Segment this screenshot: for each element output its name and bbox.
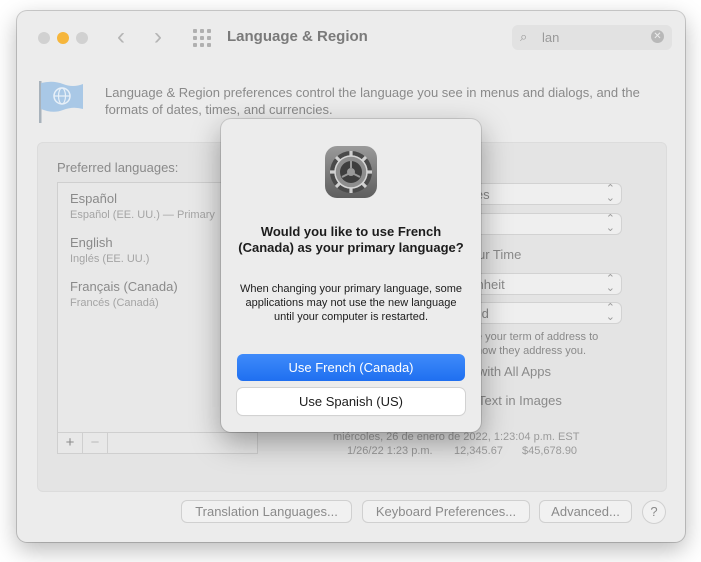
first-day-popup[interactable]: n ⌃⌄: [457, 214, 621, 234]
dialog-title: Would you like to use French (Canada) as…: [238, 224, 464, 255]
close-window-button[interactable]: [38, 32, 50, 44]
back-chevron-icon[interactable]: ‹: [117, 25, 125, 49]
forward-chevron-icon[interactable]: ›: [154, 25, 162, 49]
search-field[interactable]: ⌕ lan ✕: [512, 25, 672, 50]
language-name: Español: [70, 191, 117, 206]
flag-globe-icon: [39, 81, 83, 123]
list-item[interactable]: Español Español (EE. UU.) — Primary: [70, 191, 215, 221]
term-note-line: how they address you.: [476, 345, 587, 357]
title-bar: ‹ › Language & Region ⌕ lan ✕: [17, 11, 685, 63]
temperature-popup[interactable]: renheit ⌃ ⌄: [457, 274, 621, 294]
dialog-message: When changing your primary language, som…: [240, 283, 462, 323]
region-popup[interactable]: ates ⌃⌄: [457, 184, 621, 204]
zoom-window-button[interactable]: [76, 32, 88, 44]
use-spanish-us-button[interactable]: Use Spanish (US): [237, 388, 465, 415]
updown-chevron-icon: ⌃ ⌄: [605, 213, 615, 234]
use-french-canada-button[interactable]: Use French (Canada): [237, 354, 465, 381]
live-text-label[interactable]: Text in Images: [478, 393, 562, 408]
date-sample-text: miércoles, 26 de enero de 2022, 1:23:04 …: [333, 431, 580, 443]
currency-sample: $45,678.90: [522, 445, 578, 457]
language-name: English: [70, 235, 113, 250]
pane-description: Language & Region preferences control th…: [105, 85, 640, 117]
list-item[interactable]: Français (Canada) Francés (Canadá): [70, 279, 178, 309]
updown-chevron-icon: ⌃ ⌄: [605, 183, 615, 204]
minimize-window-button[interactable]: [57, 32, 69, 44]
preferred-languages-label: Preferred languages:: [57, 160, 179, 175]
updown-chevron-icon: ⌃ ⌄: [605, 302, 615, 323]
clear-search-icon[interactable]: ✕: [651, 30, 664, 43]
keyboard-preferences-button[interactable]: Keyboard Preferences...: [363, 501, 529, 522]
remove-language-button[interactable]: −: [83, 433, 108, 453]
term-note-line: e your term of address to: [476, 331, 599, 343]
list-item[interactable]: English Inglés (EE. UU.): [70, 235, 149, 265]
add-language-button[interactable]: +: [58, 433, 83, 453]
system-preferences-gear-icon: [325, 146, 377, 198]
help-button[interactable]: ?: [643, 501, 665, 523]
language-subtitle: Español (EE. UU.) — Primary: [70, 209, 215, 221]
search-input[interactable]: lan: [542, 30, 559, 45]
language-subtitle: Inglés (EE. UU.): [70, 253, 150, 265]
share-with-apps-label[interactable]: with All Apps: [478, 364, 551, 379]
number-sample: 12,345.67: [454, 445, 503, 457]
translation-languages-button[interactable]: Translation Languages...: [182, 501, 351, 522]
time-format-checkbox-label[interactable]: ur Time: [478, 247, 521, 262]
term-of-address-note: e your term of address to how they addre…: [476, 330, 598, 358]
updown-chevron-icon: ⌃ ⌄: [605, 273, 615, 294]
primary-language-dialog: Would you like to use French (Canada) as…: [221, 119, 481, 432]
term-of-address-popup[interactable]: ified ⌃⌄: [457, 303, 621, 323]
language-name: Français (Canada): [70, 279, 178, 294]
short-date-sample: 1/26/22 1:23 p.m.: [347, 445, 433, 457]
advanced-button[interactable]: Advanced...: [540, 501, 631, 522]
list-controls: + −: [57, 432, 258, 454]
search-icon: ⌕: [520, 29, 528, 44]
show-all-grid-icon[interactable]: [193, 29, 211, 47]
language-subtitle: Francés (Canadá): [70, 297, 159, 309]
window-title: Language & Region: [227, 28, 368, 45]
